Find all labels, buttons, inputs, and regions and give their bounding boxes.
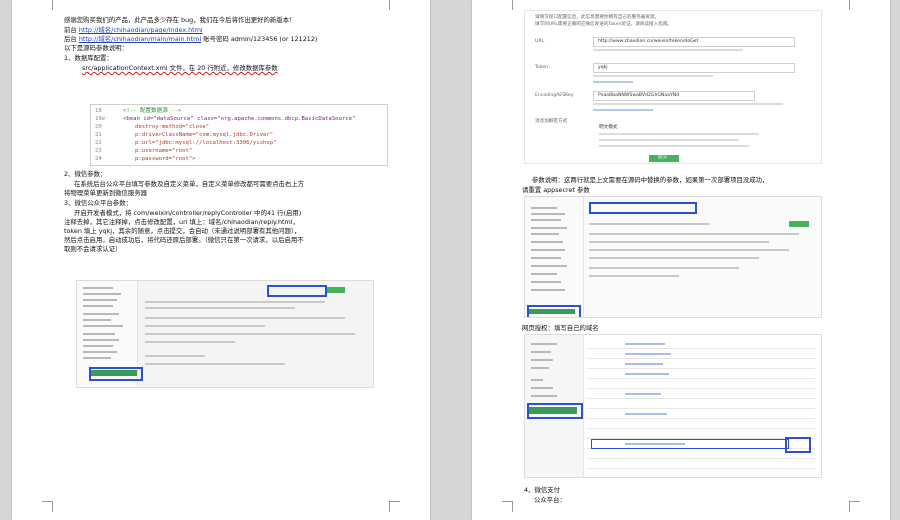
page-corner-mark xyxy=(42,0,53,10)
highlight-box xyxy=(527,305,581,317)
params-note-2: 请重置 appsecret 参数 xyxy=(522,186,590,194)
params-note-1: 参数说明：这两行就是上文需要在源码中替换的参数，如果第一次部署项目没成功， xyxy=(532,176,769,184)
code-screenshot: 18 <!-- 配置数据源 --> 19⊖ <bean id="dataSource… xyxy=(90,104,388,166)
db-config-heading: 1、数据库配置： xyxy=(64,54,113,62)
highlight-row xyxy=(591,439,789,449)
green-button xyxy=(327,287,345,293)
token-field[interactable]: yqkj xyxy=(593,63,795,73)
highlight-box xyxy=(89,367,143,381)
params-heading: 以下是源码参数说明： xyxy=(64,44,128,52)
highlight-box xyxy=(527,403,583,419)
front-label: 前台 xyxy=(64,26,77,34)
back-url-line: 后台 http://域名/chihaodian/main/main.html 账… xyxy=(64,35,317,43)
code-line: 22 p:url="jdbc:mysql://localhost:3306/yis… xyxy=(95,140,277,146)
config-hint-2: 填写的URL需要正确响应微信发送的Token验证，请阅读接入指南。 xyxy=(535,22,673,27)
back-url-link[interactable]: http://域名/chihaodian/main/main.html xyxy=(79,35,201,43)
url-label: URL xyxy=(535,39,545,44)
aes-field[interactable]: PxaoBbaNNWSwaBVd2GhGNaaYNd xyxy=(593,91,755,101)
page-corner-mark xyxy=(42,501,53,512)
encrypt-label: 消息加解密方式 xyxy=(535,119,568,124)
highlight-box xyxy=(785,437,811,453)
intro-line: 感谢您购买我们的产品，此产品多少存在 bug，我们在今后将作出更好的新版本！ xyxy=(64,16,296,24)
pay-heading: 4、微信支付 xyxy=(524,486,561,494)
page-corner-mark xyxy=(849,501,860,512)
screenshot-sidebar xyxy=(525,197,584,317)
page-corner-mark xyxy=(389,501,400,512)
back-account: 账号密码 admin/123456 (or 121212) xyxy=(203,35,318,43)
document-page-right: 请填写接口配置信息，此信息需要你拥有自己的服务器资源。 填写的URL需要正确响应… xyxy=(472,0,890,520)
config-hint-1: 请填写接口配置信息，此信息需要你拥有自己的服务器资源。 xyxy=(535,15,660,20)
developer-config-screenshot xyxy=(524,196,822,318)
wechat-config-screenshot xyxy=(76,280,374,388)
mp-params-text-4: 然后点击启用，启动成功后，将代码还原后部署。（微信只在第一次请求，以后启用不 xyxy=(64,236,304,244)
aes-label: EncodingAESKey xyxy=(535,93,574,98)
oauth-screenshot xyxy=(524,334,822,478)
page-corner-mark xyxy=(849,0,860,10)
oauth-heading: 网页授权：填写自己的域名 xyxy=(522,324,599,332)
mp-params-text-3: token 填上 yqkj，其余的随意，点击提交，会自动（未通过说明部署有其他问… xyxy=(64,227,301,235)
document-page-left: 感谢您购买我们的产品，此产品多少存在 bug，我们在今后将作出更好的新版本！ 前… xyxy=(12,0,430,520)
encrypt-value: 明文模式 xyxy=(599,125,618,130)
wechat-params-text-2: 将物理菜单更新到微信服务器 xyxy=(64,189,148,197)
code-line: 24 p:password="root"> xyxy=(95,156,196,162)
mp-params-text-5: 取则不会请求认证） xyxy=(64,245,122,253)
front-url-link[interactable]: http://域名/chihaodian/page/index.html xyxy=(79,26,203,34)
code-line: 19⊖ <bean id="dataSource" class="org.apac… xyxy=(95,116,356,122)
page-corner-mark xyxy=(389,0,400,10)
page-corner-mark xyxy=(502,0,513,10)
wechat-params-heading: 2、微信参数： xyxy=(64,170,107,178)
wechat-params-text-1: 在系统后台公众平台填写参数及自定义菜单，自定义菜单修改都可需要点击右上方 xyxy=(74,180,305,188)
page-corner-mark xyxy=(502,501,513,512)
interface-config-screenshot: 请填写接口配置信息，此信息需要你拥有自己的服务器资源。 填写的URL需要正确响应… xyxy=(524,10,822,164)
mp-params-heading: 3、微信公众平台参数： xyxy=(64,199,132,207)
front-url-line: 前台 http://域名/chihaodian/page/index.html xyxy=(64,26,203,34)
token-label: Token xyxy=(535,65,549,70)
url-field[interactable]: http://www.zhaodian.cn/weixin/token/doGe… xyxy=(593,37,795,47)
code-line: 21 p:driverClassName="com.mysql.jdbc.Driv… xyxy=(95,132,274,138)
submit-button[interactable]: 提交 xyxy=(649,155,679,162)
back-label: 后台 xyxy=(64,35,77,43)
mp-params-text-2: 注释去掉，其它注释掉，点击修改配置，url 填上：域名/chihaodian/r… xyxy=(64,218,299,226)
highlight-box xyxy=(589,202,697,214)
code-line: 18 <!-- 配置数据源 --> xyxy=(95,108,182,114)
code-line: 20 destroy-method="close" xyxy=(95,124,210,130)
mp-params-text-1: 开启开发者模式，将 com/weixin/controller/replyCon… xyxy=(74,209,302,217)
pay-subheading: 公众平台： xyxy=(534,496,566,504)
code-line: 23 p:username="root" xyxy=(95,148,193,154)
highlight-box xyxy=(267,285,327,297)
config-path-line: src/applicationContext.xml 文件，在 20 行附近，修… xyxy=(82,64,278,72)
